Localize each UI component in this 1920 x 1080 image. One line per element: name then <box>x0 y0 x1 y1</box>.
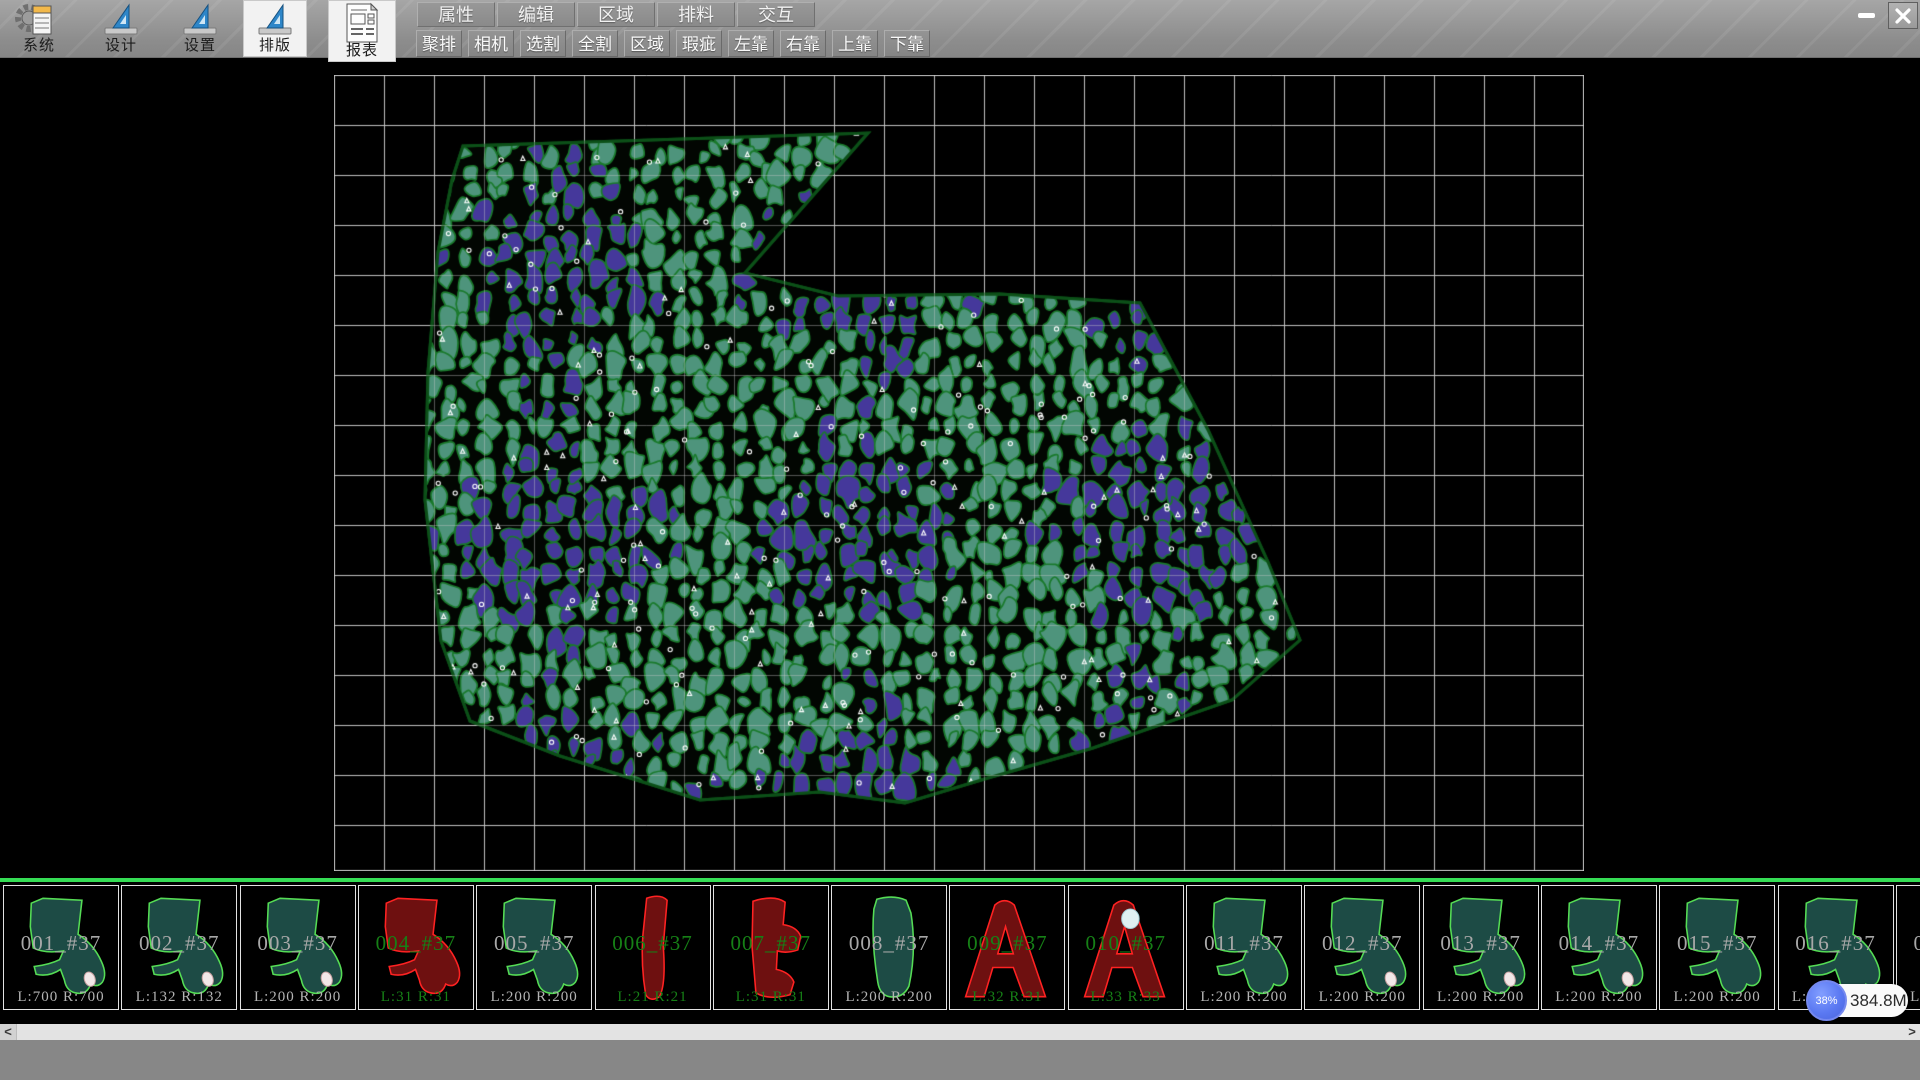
piece-lr-count: L:21 R:21 <box>596 989 710 1006</box>
piece-lr-count: L:200 R:200 <box>1660 989 1774 1006</box>
tool-select-cut[interactable]: 选割 <box>520 30 566 57</box>
piece-lr-count: L:31 R:31 <box>359 989 473 1006</box>
piece-lr-count: L:200 R:200 <box>1187 989 1301 1006</box>
percent-circle: 38% <box>1806 980 1847 1021</box>
piece-label: 003_#37 <box>241 931 355 956</box>
app-button-layout-active[interactable]: 排版 <box>243 0 307 57</box>
app-button-label: 设置 <box>169 34 231 55</box>
piece-label: 005_#37 <box>477 931 591 956</box>
menu-item-nesting[interactable]: 排料 <box>657 2 735 27</box>
menu-item-region[interactable]: 区域 <box>577 2 655 27</box>
piece-thumbnail-strip: 001_#37 L:700 R:700 002_#37 L:132 R:132 … <box>0 877 1920 1024</box>
tool-align-right[interactable]: 右靠 <box>780 30 826 57</box>
close-button[interactable] <box>1888 2 1918 29</box>
tool-region[interactable]: 区域 <box>624 30 670 57</box>
menu-item-properties[interactable]: 属性 <box>417 2 495 27</box>
menu-item-interaction[interactable]: 交互 <box>737 2 815 27</box>
memory-value: 384.8M <box>1850 984 1906 1017</box>
scroll-right-arrow-icon[interactable]: > <box>1904 1024 1920 1040</box>
piece-label: 006_#37 <box>596 931 710 956</box>
piece-label: 010_#37 <box>1069 931 1183 956</box>
piece-lr-count: L:200 R:200 <box>1424 989 1538 1006</box>
piece-label: 004_#37 <box>359 931 473 956</box>
app-button-label: 设计 <box>90 34 152 55</box>
piece-label: 009_#37 <box>950 931 1064 956</box>
thumbnail-cell[interactable]: 004_#37 L:31 R:31 <box>358 885 474 1010</box>
nesting-workspace <box>0 57 1920 877</box>
piece-lr-count: L:200 R:200 <box>477 989 591 1006</box>
thumbnail-cell[interactable]: 013_#37 L:200 R:200 <box>1423 885 1539 1010</box>
piece-label: 015_#37 <box>1660 931 1774 956</box>
tool-align-top[interactable]: 上靠 <box>832 30 878 57</box>
memory-status-badge[interactable]: 38% 384.8M <box>1812 984 1908 1017</box>
app-button-design[interactable]: 设计 <box>90 0 152 57</box>
piece-label: 013_#37 <box>1424 931 1538 956</box>
thumbnail-cell[interactable]: 002_#37 L:132 R:132 <box>121 885 237 1010</box>
piece-lr-count: L:200 R:200 <box>832 989 946 1006</box>
piece-label: 012_#37 <box>1305 931 1419 956</box>
thumbnail-cell[interactable]: 008_#37 L:200 R:200 <box>831 885 947 1010</box>
minimize-icon <box>1858 13 1875 18</box>
thumbnail-cell[interactable]: 010_#37 L:33 R:33 <box>1068 885 1184 1010</box>
thumbnail-cell[interactable]: 012_#37 L:200 R:200 <box>1304 885 1420 1010</box>
app-button-label: 报表 <box>328 39 396 60</box>
app-button-label: 排版 <box>243 34 307 55</box>
piece-label: 008_#37 <box>832 931 946 956</box>
menu-item-edit[interactable]: 编辑 <box>497 2 575 27</box>
thumbnail-cell[interactable]: 009_#37 L:32 R:31 <box>949 885 1065 1010</box>
tool-camera[interactable]: 相机 <box>468 30 514 57</box>
tool-row: 聚排 相机 选割 全割 区域 瑕疵 左靠 右靠 上靠 下靠 <box>416 30 936 57</box>
close-icon <box>1895 8 1911 24</box>
thumbnail-cell[interactable]: 007_#37 L:31 R:31 <box>713 885 829 1010</box>
minimize-button[interactable] <box>1847 2 1885 29</box>
piece-label: 011_#37 <box>1187 931 1301 956</box>
tool-align-left[interactable]: 左靠 <box>728 30 774 57</box>
thumbnail-cell[interactable]: 011_#37 L:200 R:200 <box>1186 885 1302 1010</box>
piece-label: 017_#37 <box>1897 931 1920 956</box>
piece-lr-count: L:200 R:200 <box>241 989 355 1006</box>
horizontal-scrollbar[interactable]: < > <box>0 1024 1920 1040</box>
piece-lr-count: L:200 R:200 <box>1542 989 1656 1006</box>
piece-lr-count: L:700 R:700 <box>4 989 118 1006</box>
piece-lr-count: L:32 R:31 <box>950 989 1064 1006</box>
piece-label: 002_#37 <box>122 931 236 956</box>
strip-top-border <box>0 878 1920 882</box>
menu-row: 属性 编辑 区域 排料 交互 <box>417 2 817 27</box>
tool-defect[interactable]: 瑕疵 <box>676 30 722 57</box>
app-button-system[interactable]: 系统 <box>8 0 70 57</box>
app-button-report[interactable]: 报表 <box>328 0 396 62</box>
thumbnail-cell[interactable]: 005_#37 L:200 R:200 <box>476 885 592 1010</box>
piece-lr-count: L:132 R:132 <box>122 989 236 1006</box>
piece-lr-count: L:200 R:200 <box>1305 989 1419 1006</box>
thumbnail-cell[interactable]: 014_#37 L:200 R:200 <box>1541 885 1657 1010</box>
piece-label: 001_#37 <box>4 931 118 956</box>
app-window: { "window": {"min_label": "minimize", "c… <box>0 0 1920 1080</box>
thumbnail-cell[interactable]: 015_#37 L:200 R:200 <box>1659 885 1775 1010</box>
titlebar: 系统 设计 设置 排版 <box>0 0 1920 58</box>
app-button-settings[interactable]: 设置 <box>169 0 231 57</box>
tool-align-bottom[interactable]: 下靠 <box>884 30 930 57</box>
piece-label: 007_#37 <box>714 931 828 956</box>
nesting-canvas[interactable] <box>334 75 1584 871</box>
thumbnail-cell[interactable]: 003_#37 L:200 R:200 <box>240 885 356 1010</box>
tool-cluster-nest[interactable]: 聚排 <box>416 30 462 57</box>
thumbnail-cell[interactable]: 006_#37 L:21 R:21 <box>595 885 711 1010</box>
piece-label: 016_#37 <box>1779 931 1893 956</box>
piece-lr-count: L:31 R:31 <box>714 989 828 1006</box>
bottom-status-bar <box>0 1040 1920 1080</box>
piece-lr-count: L:33 R:33 <box>1069 989 1183 1006</box>
scroll-left-arrow-icon[interactable]: < <box>0 1024 17 1040</box>
piece-label: 014_#37 <box>1542 931 1656 956</box>
thumbnail-cell[interactable]: 001_#37 L:700 R:700 <box>3 885 119 1010</box>
tool-cut-all[interactable]: 全割 <box>572 30 618 57</box>
app-button-label: 系统 <box>8 34 70 55</box>
